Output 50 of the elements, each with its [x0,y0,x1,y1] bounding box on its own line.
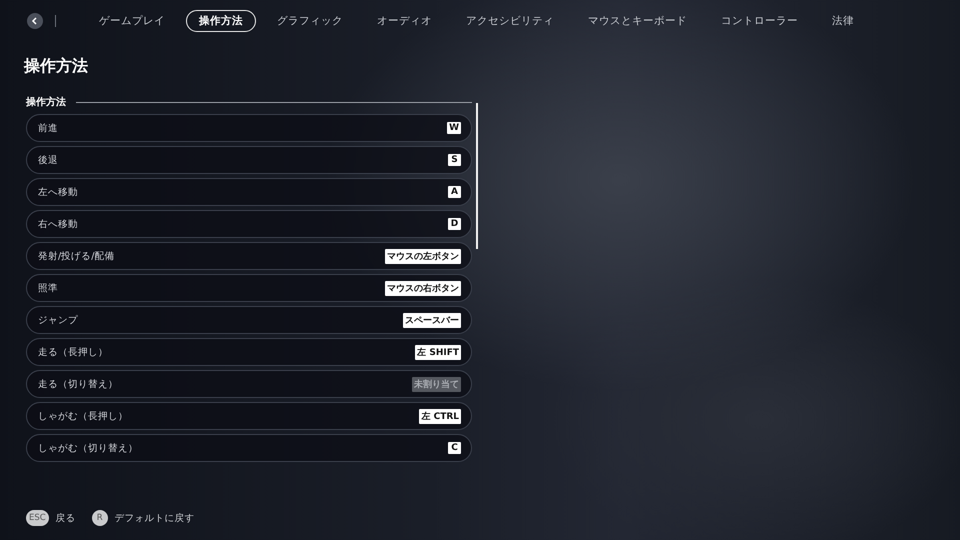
binding-row[interactable]: 発射/投げる/配備 マウスの左ボタン [26,242,472,270]
settings-tab[interactable]: オーディオ [364,10,445,32]
settings-tab[interactable]: 法律 [819,10,867,32]
settings-tab[interactable]: マウスとキーボード [575,10,700,32]
action-label: しゃがむ（切り替え） [38,442,138,454]
settings-tab[interactable]: 操作方法 [186,10,256,32]
binding-row[interactable]: しゃがむ（長押し） 左 CTRL [26,402,472,430]
action-label: 発射/投げる/配備 [38,250,114,262]
binding-row[interactable]: ジャンプ スペースバー [26,306,472,334]
binding-row[interactable]: 照準 マウスの右ボタン [26,274,472,302]
binding-row[interactable]: 右へ移動 D [26,210,472,238]
binding-row[interactable]: 左へ移動 A [26,178,472,206]
key-binding: 左 SHIFT [415,344,461,360]
binding-row[interactable]: 前進 W [26,114,472,142]
hint-label[interactable]: デフォルトに戻す [114,512,195,524]
key-hint: ESC [26,510,49,526]
action-label: 右へ移動 [38,218,78,230]
chevron-left-icon [31,17,39,25]
binding-row[interactable]: 走る（長押し） 左 SHIFT [26,338,472,366]
key-binding: S [448,154,461,166]
key-binding: マウスの左ボタン [385,248,461,264]
action-label: しゃがむ（長押し） [38,410,128,422]
action-label: 走る（切り替え） [38,378,118,390]
settings-tab[interactable]: コントローラー [708,10,811,32]
key-binding: D [448,218,461,230]
key-binding: C [448,442,461,454]
action-label: 照準 [38,282,58,294]
action-label: 前進 [38,122,58,134]
action-label: 後退 [38,154,58,166]
key-binding: W [447,122,461,134]
key-binding: 左 CTRL [419,408,461,424]
settings-tab[interactable]: アクセシビリティ [453,10,567,32]
key-binding: A [448,186,461,198]
settings-tab[interactable]: ゲームプレイ [86,10,178,32]
binding-row[interactable]: 後退 S [26,146,472,174]
section-title: 操作方法 [26,95,66,109]
binding-row[interactable]: 走る（切り替え） 未割り当て [26,370,472,398]
page-title: 操作方法 [24,56,89,77]
hint-label[interactable]: 戻る [56,512,76,524]
key-hint: R [92,510,108,526]
action-label: 走る（長押し） [38,346,108,358]
settings-tab[interactable]: グラフィック [264,10,356,32]
action-label: ジャンプ [38,314,78,326]
action-label: 左へ移動 [38,186,78,198]
scrollbar-thumb[interactable] [476,103,478,249]
key-binding: スペースバー [403,312,461,328]
back-button[interactable] [27,13,43,29]
key-binding: マウスの右ボタン [385,280,461,296]
binding-row[interactable]: しゃがむ（切り替え） C [26,434,472,462]
key-binding: 未割り当て [412,376,461,392]
